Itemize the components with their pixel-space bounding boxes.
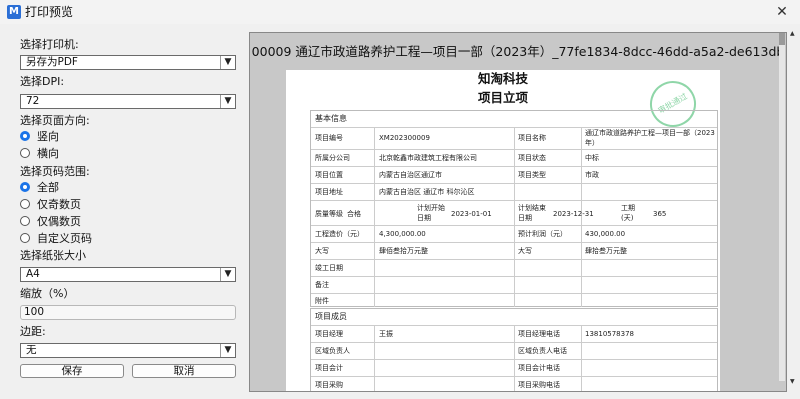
quality-label: 质量等级 bbox=[315, 210, 343, 218]
project-no-label: 项目编号 bbox=[315, 134, 343, 142]
radio-custom-label: 自定义页码 bbox=[37, 232, 92, 245]
radio-landscape-label: 横向 bbox=[37, 147, 59, 160]
cost: 4,300,000.00 bbox=[379, 230, 426, 238]
manager: 王振 bbox=[379, 330, 393, 338]
members-title: 项目成员 bbox=[315, 312, 347, 321]
printer-value: 另存为PDF bbox=[26, 56, 78, 68]
project-name-line1: 通辽市政道路养护工程—项目一部（2023 bbox=[585, 129, 715, 137]
margin-select[interactable]: 无 ▼ bbox=[20, 343, 236, 358]
profit-label: 预计利润（元） bbox=[518, 230, 567, 238]
cancel-button[interactable]: 取消 bbox=[132, 364, 236, 378]
radio-dot-icon bbox=[20, 233, 30, 243]
completion-label: 竣工日期 bbox=[315, 264, 343, 272]
branch: 北京乾鑫市政建筑工程有限公司 bbox=[379, 154, 477, 162]
address-label: 项目地址 bbox=[315, 188, 343, 196]
plan-end: 2023-12-31 bbox=[553, 210, 594, 218]
radio-dot-icon bbox=[20, 199, 30, 209]
basic-info-section: 基本信息 项目编号 XM202300009 项目名称 通辽市政道路养护工程—项目… bbox=[310, 110, 718, 307]
chevron-down-icon: ▼ bbox=[220, 344, 235, 357]
settings-panel: 选择打印机: 另存为PDF ▼ 选择DPI: 72 ▼ 选择页面方向: 竖向 横… bbox=[0, 24, 248, 399]
margin-label: 边距: bbox=[20, 325, 46, 338]
accountant-phone-label: 项目会计电话 bbox=[518, 364, 560, 372]
branch-label: 所属分公司 bbox=[315, 154, 350, 162]
quality: 合格 bbox=[347, 210, 361, 218]
members-section: 项目成员 项目经理 王振 项目经理电话 13810578378 区域负责人 区域… bbox=[310, 308, 718, 391]
accountant-label: 项目会计 bbox=[315, 364, 343, 372]
company-name: 知淘科技 bbox=[477, 71, 528, 86]
duration: 365 bbox=[653, 210, 667, 218]
location-label: 项目位置 bbox=[315, 171, 343, 179]
manager-phone-label: 项目经理电话 bbox=[518, 330, 560, 338]
profit: 430,000.00 bbox=[585, 230, 626, 238]
address: 内蒙古自治区 通辽市 科尔沁区 bbox=[379, 188, 475, 196]
area-head-phone-label: 区域负责人电话 bbox=[518, 347, 567, 355]
zoom-value: 100 bbox=[24, 306, 45, 318]
radio-dot-icon bbox=[20, 148, 30, 158]
type-label: 项目类型 bbox=[518, 171, 546, 179]
range-label: 选择页码范围: bbox=[20, 165, 90, 178]
type: 市政 bbox=[585, 171, 599, 179]
plan-end-label-2: 日期 bbox=[518, 214, 532, 222]
manager-phone: 13810578378 bbox=[585, 330, 634, 338]
project-name-label: 项目名称 bbox=[518, 134, 546, 142]
preview-scrollbar[interactable] bbox=[779, 33, 785, 381]
cost-upper: 肆佰叁拾万元整 bbox=[379, 247, 428, 255]
manager-label: 项目经理 bbox=[315, 330, 343, 338]
printer-select[interactable]: 另存为PDF ▼ bbox=[20, 55, 236, 70]
purchase-phone-label: 项目采购电话 bbox=[518, 381, 560, 389]
duration-label-1: 工期 bbox=[621, 204, 635, 212]
status: 中标 bbox=[585, 154, 599, 162]
zoom-label: 缩放（%） bbox=[20, 287, 75, 300]
radio-portrait-label: 竖向 bbox=[37, 130, 59, 143]
profit-upper: 肆拾叁万元整 bbox=[585, 247, 627, 255]
orientation-label: 选择页面方向: bbox=[20, 114, 90, 127]
plan-start: 2023-01-01 bbox=[451, 210, 492, 218]
status-label: 项目状态 bbox=[518, 154, 546, 162]
cost-upper-label: 大写 bbox=[315, 247, 329, 255]
app-icon: M bbox=[7, 5, 21, 19]
purchase-label: 项目采购 bbox=[315, 381, 343, 389]
location: 内蒙古自治区通辽市 bbox=[379, 171, 442, 179]
project-name-line2: 年） bbox=[585, 139, 599, 147]
area-head-label: 区域负责人 bbox=[315, 347, 350, 355]
paper-select[interactable]: A4 ▼ bbox=[20, 267, 236, 282]
close-icon[interactable]: ✕ bbox=[772, 2, 792, 22]
cost-label: 工程造价（元） bbox=[315, 230, 364, 238]
dpi-label: 选择DPI: bbox=[20, 75, 65, 88]
zoom-input[interactable]: 100 bbox=[20, 305, 236, 320]
plan-start-label-1: 计划开始 bbox=[417, 204, 445, 212]
chevron-down-icon: ▼ bbox=[220, 268, 235, 281]
paper-label: 选择纸张大小 bbox=[20, 249, 86, 262]
duration-label-2: (天) bbox=[621, 214, 634, 222]
plan-end-label-1: 计划结束 bbox=[518, 204, 546, 212]
title-bar: M 打印预览 ✕ bbox=[0, 0, 800, 24]
margin-value: 无 bbox=[26, 344, 37, 356]
window-title: 打印预览 bbox=[25, 5, 74, 19]
paper-value: A4 bbox=[26, 268, 40, 280]
scrollbar-thumb[interactable] bbox=[779, 33, 785, 45]
radio-dot-icon bbox=[20, 216, 30, 226]
remark-label: 备注 bbox=[315, 281, 329, 289]
preview-page: 知淘科技 项目立项 审批通过 基本信息 项目编号 XM202300009 项目名… bbox=[286, 70, 720, 391]
save-button[interactable]: 保存 bbox=[20, 364, 124, 378]
print-preview[interactable]: 00009 通辽市政道路养护工程—项目一部（2023年）_77fe1834-8d… bbox=[249, 32, 787, 392]
printer-label: 选择打印机: bbox=[20, 38, 79, 51]
chevron-down-icon: ▼ bbox=[220, 56, 235, 69]
scroll-down-arrow-icon[interactable]: ▼ bbox=[790, 378, 798, 385]
profit-upper-label: 大写 bbox=[518, 247, 532, 255]
project-no: XM202300009 bbox=[379, 134, 430, 142]
basic-info-title: 基本信息 bbox=[315, 114, 347, 123]
radio-dot-icon bbox=[20, 182, 30, 192]
dpi-value: 72 bbox=[26, 95, 40, 107]
radio-even-label: 仅偶数页 bbox=[37, 215, 81, 228]
attachment-label: 附件 bbox=[315, 297, 329, 305]
scroll-up-arrow-icon[interactable]: ▲ bbox=[790, 30, 798, 37]
plan-start-label-2: 日期 bbox=[417, 214, 431, 222]
document-title: 00009 通辽市政道路养护工程—项目一部（2023年）_77fe1834-8d… bbox=[251, 44, 785, 59]
chevron-down-icon: ▼ bbox=[220, 95, 235, 108]
dpi-select[interactable]: 72 ▼ bbox=[20, 94, 236, 109]
radio-all-label: 全部 bbox=[37, 181, 59, 194]
radio-dot-icon bbox=[20, 131, 30, 141]
radio-odd-label: 仅奇数页 bbox=[37, 198, 81, 211]
